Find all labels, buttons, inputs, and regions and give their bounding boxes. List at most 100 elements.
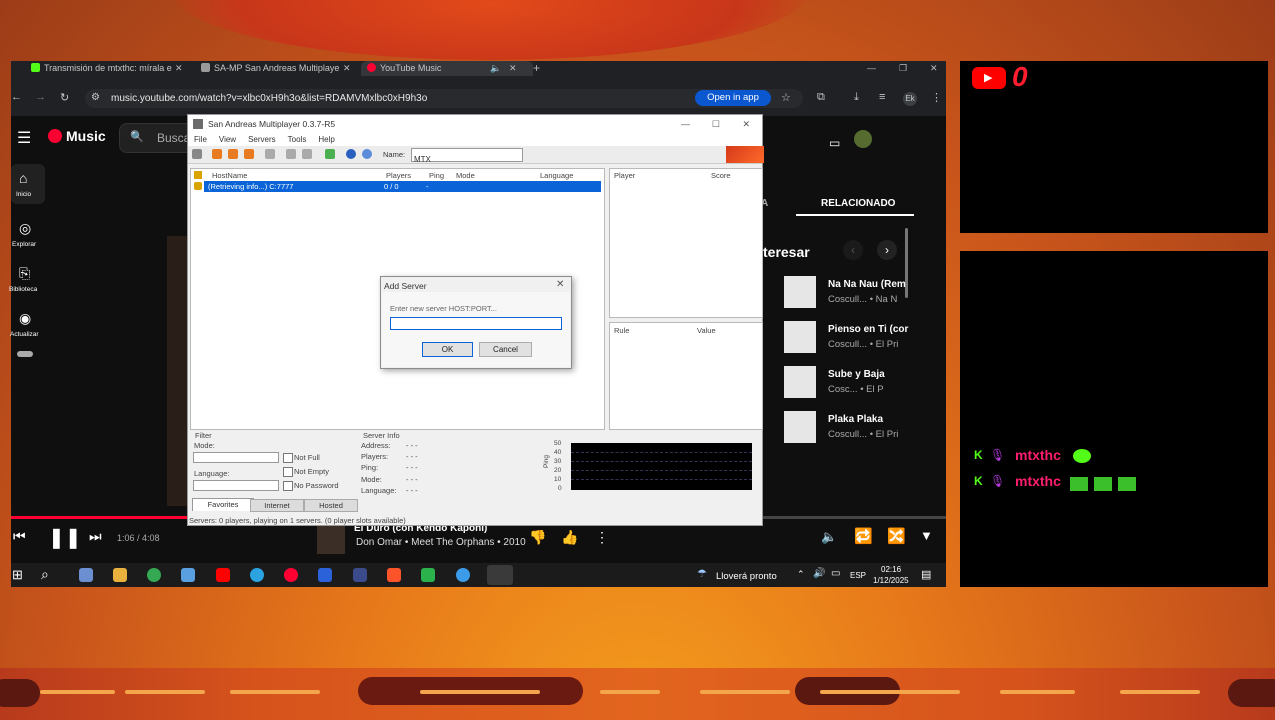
cancel-button[interactable]: Cancel: [479, 342, 532, 357]
connect-icon[interactable]: [192, 149, 202, 159]
tab-samp[interactable]: SA-MP San Andreas Multiplaye: [201, 61, 341, 76]
menu-tools[interactable]: Tools: [288, 135, 307, 144]
nav-item-library[interactable]: ⎘ Biblioteca: [9, 259, 45, 299]
search-icon[interactable]: ⌕: [41, 566, 49, 583]
download-icon[interactable]: ⤓: [854, 91, 859, 104]
menu-help[interactable]: Help: [318, 135, 334, 144]
nav-item-upgrade[interactable]: ◉ Actualizar: [10, 304, 45, 344]
col-player[interactable]: Player: [614, 171, 635, 180]
tab-internet[interactable]: Internet: [250, 499, 304, 512]
expand-player-icon[interactable]: ▼: [920, 528, 933, 543]
ytmusic-logo[interactable]: Music: [66, 128, 106, 144]
speaker-icon[interactable]: 🔊: [813, 568, 825, 579]
col-hostname[interactable]: HostName: [212, 171, 247, 180]
youtube-icon[interactable]: [216, 568, 230, 582]
nav-item-home[interactable]: ⌂ Inicio: [11, 164, 45, 204]
restore-icon[interactable]: ❐: [899, 61, 907, 76]
no-password-checkbox[interactable]: [283, 481, 293, 491]
start-icon[interactable]: ⊞: [12, 567, 23, 583]
like-icon[interactable]: 👍: [561, 529, 578, 546]
app-icon[interactable]: [353, 568, 367, 582]
col-score[interactable]: Score: [711, 171, 731, 180]
col-rule[interactable]: Rule: [614, 326, 629, 335]
hamburger-menu-icon[interactable]: ☰: [17, 128, 31, 148]
profile-avatar[interactable]: Ek: [903, 92, 917, 106]
track-meta[interactable]: Don Omar • Meet The Orphans • 2010: [356, 537, 526, 548]
song-item[interactable]: Plaka Plaka Coscull... • El Pri: [784, 409, 914, 445]
minimize-icon[interactable]: —: [681, 115, 690, 133]
menu-dots-icon[interactable]: ⋮: [931, 91, 942, 104]
url-text[interactable]: music.youtube.com/watch?v=xlbc0xH9h3o&li…: [111, 93, 427, 104]
reload-icon[interactable]: ↻: [60, 91, 69, 104]
chrome-icon[interactable]: [147, 568, 161, 582]
tab-related[interactable]: RELACIONADO: [821, 198, 895, 209]
next-arrow-icon[interactable]: ›: [877, 240, 897, 260]
properties-icon[interactable]: [286, 149, 296, 159]
close-icon[interactable]: ✕: [556, 279, 564, 290]
weather-text[interactable]: Lloverá pronto: [716, 571, 777, 582]
shuffle-icon[interactable]: 🔀: [887, 527, 906, 545]
pause-icon[interactable]: ❚❚: [48, 525, 82, 550]
chevron-up-icon[interactable]: ⌃: [797, 569, 805, 580]
rules-list[interactable]: [609, 322, 763, 430]
account-avatar[interactable]: [854, 130, 872, 148]
close-tab-icon[interactable]: ✕: [509, 61, 517, 76]
clock-time[interactable]: 02:16: [881, 565, 901, 574]
col-players[interactable]: Players: [386, 171, 411, 180]
site-info-icon[interactable]: ⚙: [91, 92, 100, 103]
tab-favorites[interactable]: Favorites: [192, 498, 254, 511]
brave-icon[interactable]: [387, 568, 401, 582]
col-mode[interactable]: Mode: [456, 171, 475, 180]
samp-taskbar-icon[interactable]: [487, 565, 513, 585]
refresh-icon[interactable]: [244, 149, 254, 159]
calculator-icon[interactable]: [79, 568, 93, 582]
next-track-icon[interactable]: ⏭: [89, 528, 102, 545]
menu-file[interactable]: File: [194, 135, 207, 144]
name-input[interactable]: MTX: [411, 148, 523, 164]
back-icon[interactable]: ←: [11, 91, 22, 103]
telegram-icon[interactable]: [250, 568, 264, 582]
close-tab-icon[interactable]: ✕: [343, 61, 351, 76]
volume-icon[interactable]: 🔈: [821, 529, 837, 545]
file-explorer-icon[interactable]: [113, 568, 127, 582]
help-icon[interactable]: [346, 149, 356, 159]
new-tab-button[interactable]: +: [533, 61, 540, 76]
network-icon[interactable]: ▭: [831, 568, 840, 579]
app-icon[interactable]: [421, 568, 435, 582]
app-icon[interactable]: [456, 568, 470, 582]
nav-item-explore[interactable]: ◎ Explorar: [11, 214, 45, 254]
repeat-icon[interactable]: 🔁: [854, 527, 873, 545]
ok-button[interactable]: OK: [422, 342, 473, 357]
bookmark-star-icon[interactable]: ☆: [781, 91, 791, 104]
youtube-music-icon[interactable]: [284, 568, 298, 582]
dislike-icon[interactable]: 👎: [529, 529, 546, 546]
tab-kick-stream[interactable]: Transmisión de mtxthc: mírala e: [31, 61, 181, 76]
not-full-checkbox[interactable]: [283, 453, 293, 463]
close-tab-icon[interactable]: ✕: [175, 61, 183, 76]
tab-hosted[interactable]: Hosted: [304, 499, 358, 512]
menu-servers[interactable]: Servers: [248, 135, 276, 144]
tab-youtube-music[interactable]: YouTube Music: [361, 61, 533, 76]
extensions-icon[interactable]: ⧉: [817, 91, 825, 104]
host-port-input[interactable]: [390, 317, 562, 330]
rcon-icon[interactable]: [325, 149, 335, 159]
maximize-icon[interactable]: ☐: [712, 115, 720, 133]
filter-mode-input[interactable]: [193, 452, 279, 463]
media-control-icon[interactable]: ≡: [879, 91, 885, 103]
cast-icon[interactable]: ▭: [829, 136, 840, 150]
copy-icon[interactable]: [265, 149, 275, 159]
app-icon[interactable]: [318, 568, 332, 582]
col-ping[interactable]: Ping: [429, 171, 444, 180]
about-icon[interactable]: [362, 149, 372, 159]
previous-track-icon[interactable]: ⏮: [13, 528, 26, 545]
not-empty-checkbox[interactable]: [283, 467, 293, 477]
song-item[interactable]: Pienso en Ti (cor Coscull... • El Pri: [784, 319, 914, 355]
clock-date[interactable]: 1/12/2025: [873, 576, 909, 585]
sidebar-toggle[interactable]: [17, 351, 33, 357]
minimize-icon[interactable]: —: [867, 61, 876, 76]
more-options-icon[interactable]: ⋮: [595, 529, 609, 546]
server-props-icon[interactable]: [302, 149, 312, 159]
song-item[interactable]: Sube y Baja Cosc... • El P: [784, 364, 914, 400]
col-language[interactable]: Language: [540, 171, 573, 180]
close-icon[interactable]: ✕: [742, 115, 750, 133]
